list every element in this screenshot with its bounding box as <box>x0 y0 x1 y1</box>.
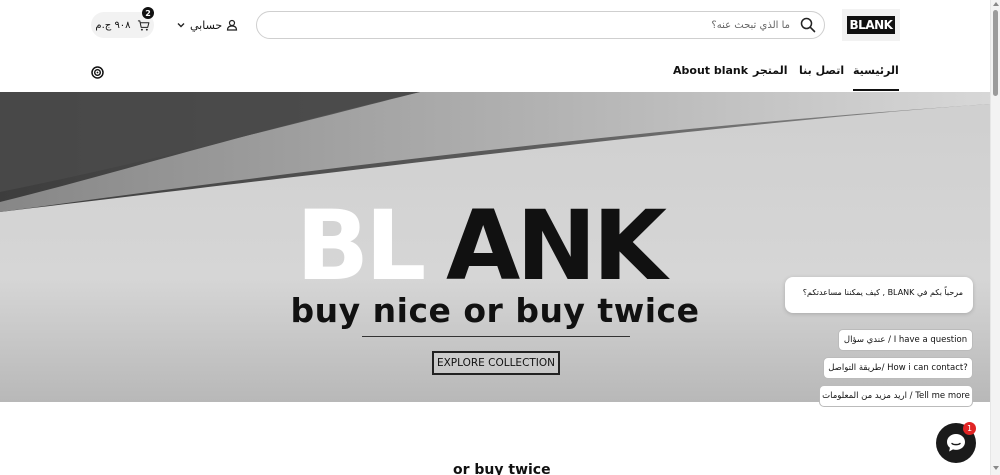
chat-notification-badge: 1 <box>963 422 976 435</box>
hero-brand-logo: BL ANK <box>296 199 675 289</box>
chat-greeting-bubble: مرحباً بكم في BLANK , كيف يمكننا مساعدتك… <box>785 277 973 313</box>
next-section: or buy twice <box>0 402 990 475</box>
nav-item-about[interactable]: About blank <box>673 64 748 77</box>
page-scrollbar[interactable] <box>990 0 1000 475</box>
chevron-down-icon <box>177 23 185 28</box>
chat-launcher-button[interactable]: 1 <box>936 422 976 463</box>
nav-item-contact[interactable]: اتصل بنا <box>799 64 844 77</box>
explore-collection-button[interactable]: EXPLORE COLLECTION <box>432 351 560 375</box>
site-logo[interactable]: BLANK <box>842 9 900 41</box>
user-icon <box>227 19 238 31</box>
account-menu[interactable]: حسابي <box>176 16 238 34</box>
header-top: BLANK حسابي ٩٠٨ ج.م 2 <box>0 0 990 50</box>
cart-count-badge: 2 <box>142 7 154 19</box>
chat-icon <box>947 434 965 452</box>
cart-icon <box>137 19 149 31</box>
brand-text-white: BL <box>296 199 424 289</box>
hero-banner: BL ANK buy nice or buy twice EXPLORE COL… <box>0 92 990 402</box>
cart-button[interactable]: ٩٠٨ ج.م 2 <box>91 7 154 38</box>
tagline-divider <box>362 336 630 337</box>
target-icon[interactable] <box>91 66 104 79</box>
nav-item-shop[interactable]: المتجر <box>753 64 788 77</box>
search-bar <box>256 11 825 39</box>
logo-text: BLANK <box>846 16 896 34</box>
nav-item-home[interactable]: الرئيسية <box>853 64 899 91</box>
chat-option-more-info[interactable]: اريد مزيد من المعلومات / Tell me more <box>819 385 973 407</box>
scroll-down-arrow[interactable] <box>993 466 999 470</box>
main-nav: الرئيسية اتصل بنا المتجر About blank <box>0 55 990 93</box>
search-input[interactable] <box>271 16 790 34</box>
scroll-thumb[interactable] <box>993 10 998 96</box>
search-icon[interactable] <box>800 17 816 33</box>
chat-option-contact[interactable]: طريقة التواصل/ How i can contact? <box>823 357 973 379</box>
brand-text-black: ANK <box>446 199 671 289</box>
cart-total: ٩٠٨ ج.م <box>95 19 131 31</box>
chat-option-question[interactable]: عندي سؤال / I have a question <box>838 329 973 351</box>
scroll-up-arrow[interactable] <box>993 2 999 6</box>
section-heading: or buy twice <box>453 462 551 475</box>
account-label: حسابي <box>190 18 223 32</box>
